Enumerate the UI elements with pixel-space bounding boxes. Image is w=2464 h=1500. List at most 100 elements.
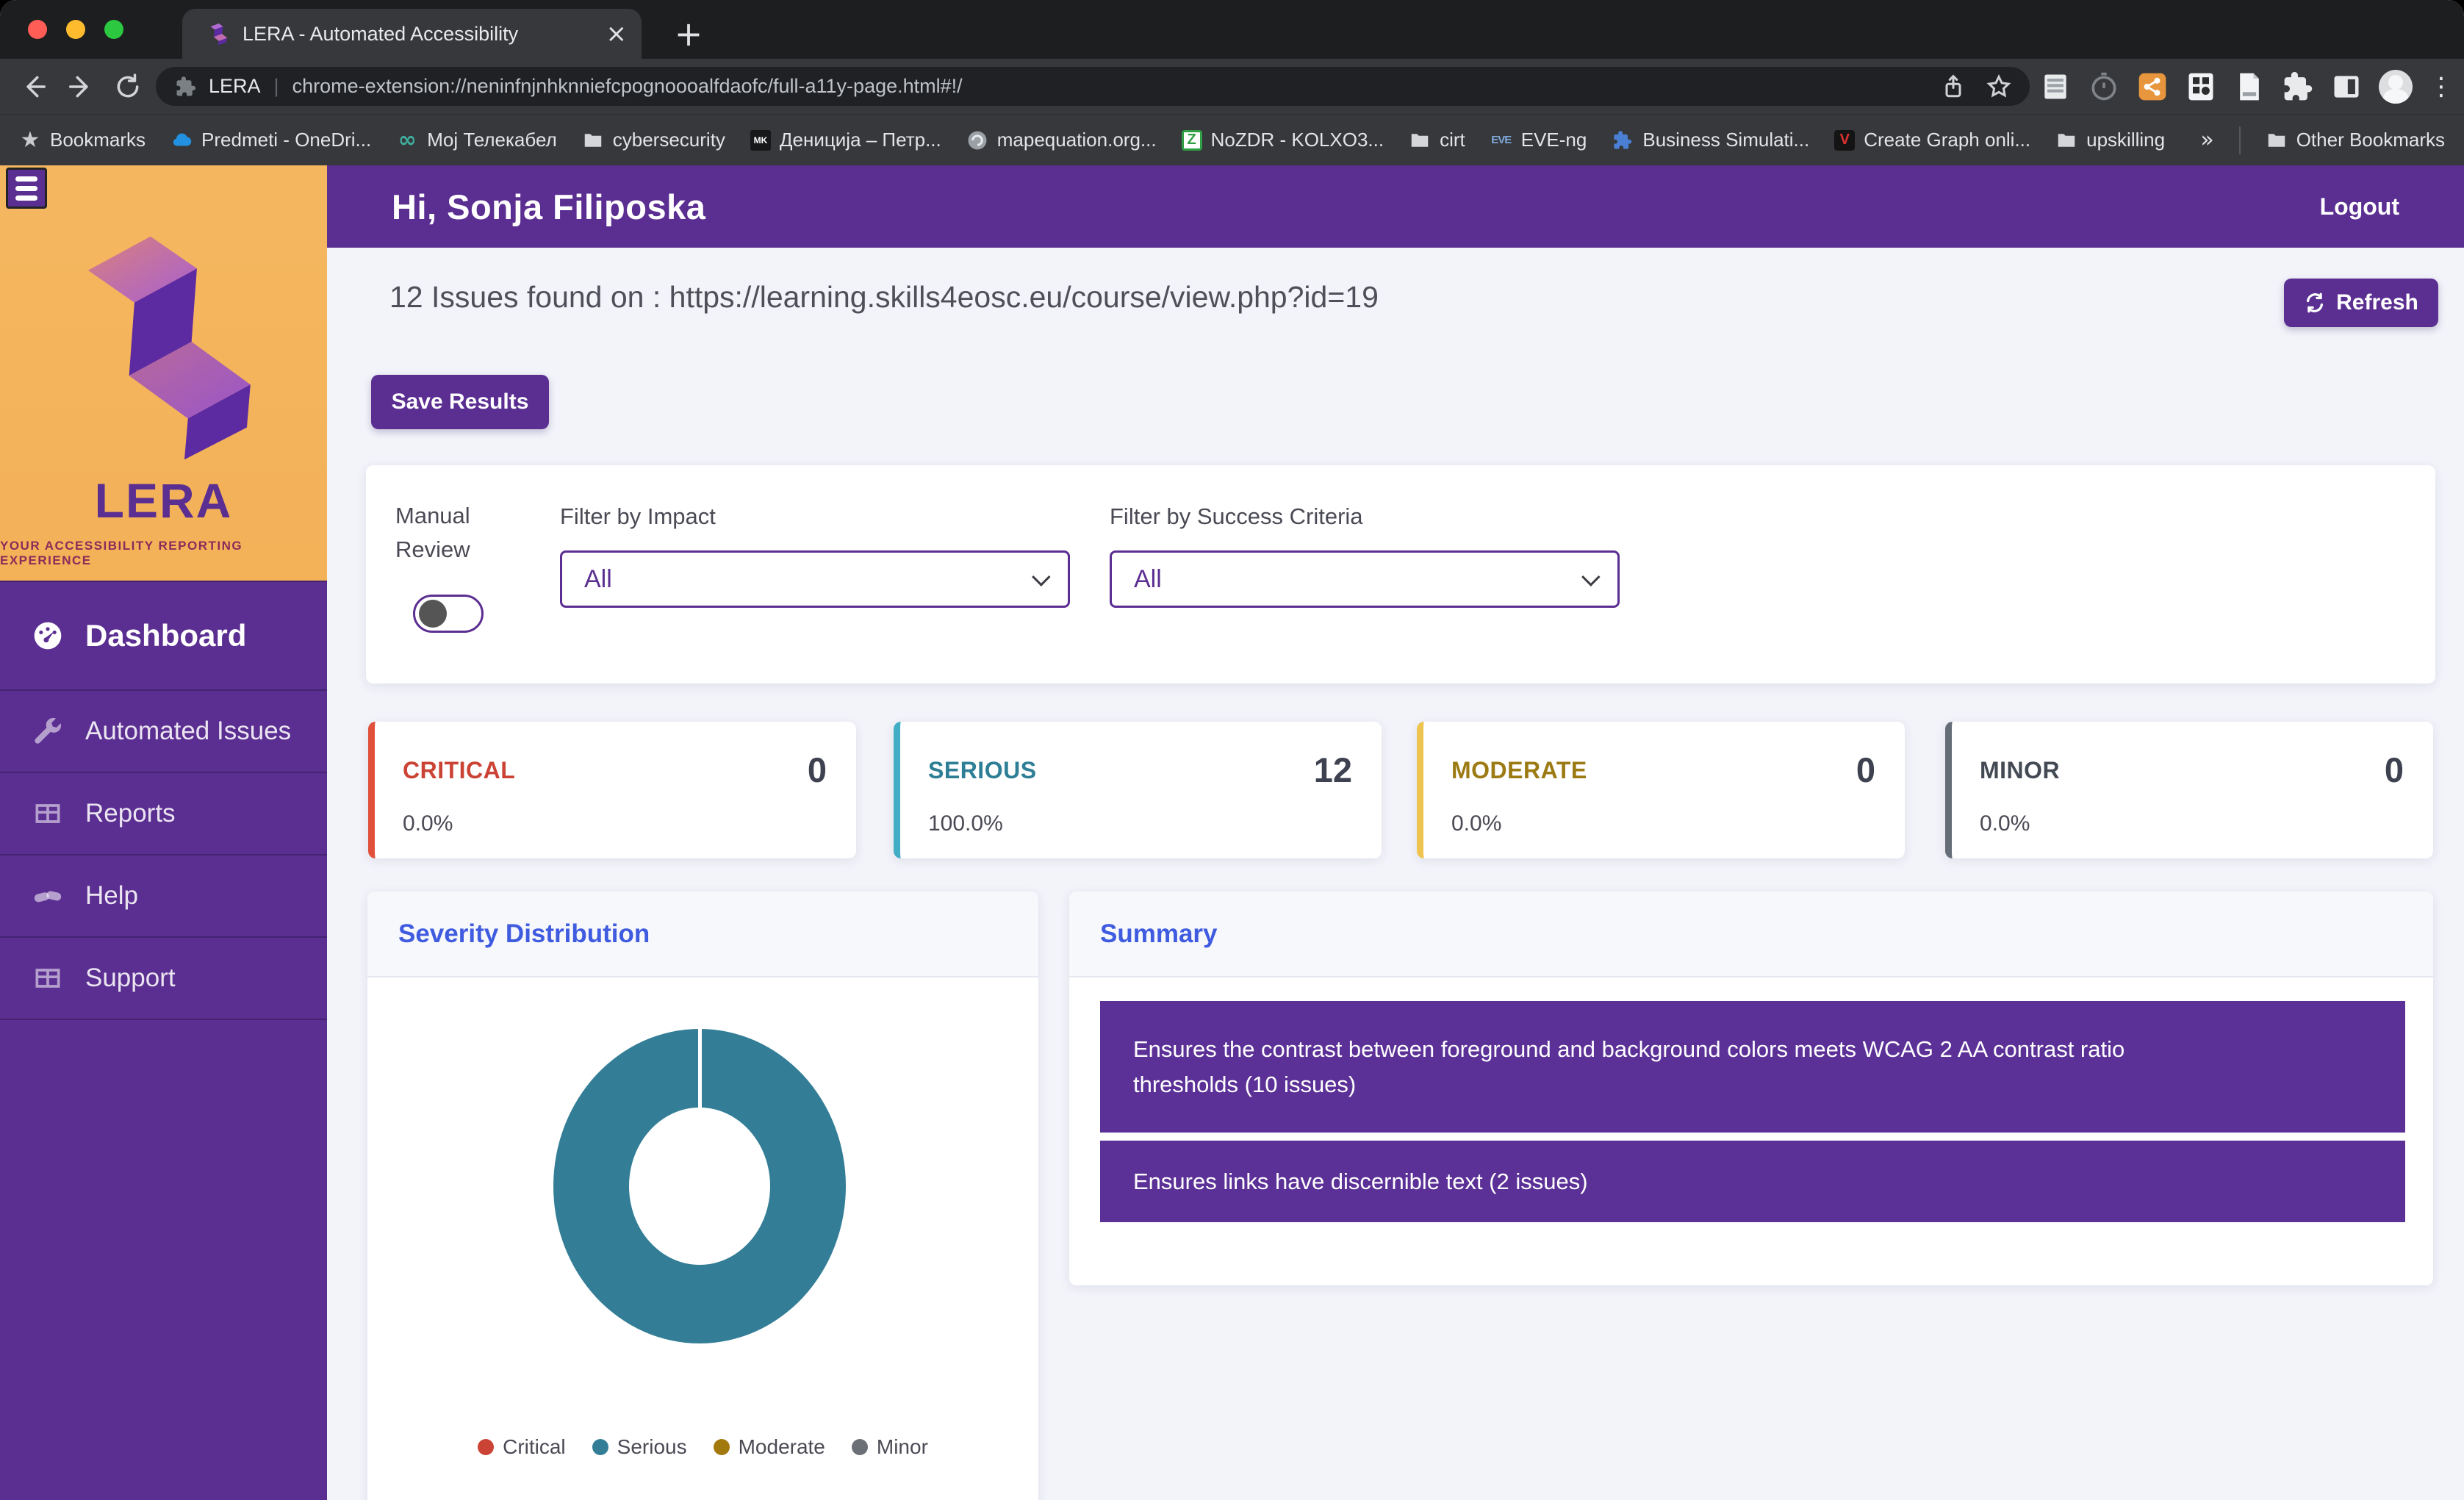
extension-name-label: LERA [209, 75, 261, 97]
sidebar-item-support[interactable]: Support [0, 938, 327, 1020]
puzzle-blue-icon [1612, 129, 1634, 151]
filter-impact-label: Filter by Impact [560, 503, 716, 529]
severity-donut-chart [553, 1029, 846, 1343]
summary-item[interactable]: Ensures the contrast between foreground … [1100, 1001, 2405, 1133]
bookmark-item[interactable]: Business Simulati... [1612, 129, 1809, 151]
extension-icons-row: ⋮ [2039, 59, 2454, 114]
criteria-select-value: All [1134, 564, 1162, 593]
bookmark-item[interactable]: mapequation.org... [966, 129, 1157, 151]
minor-count: 0 [2384, 750, 2404, 789]
forward-icon[interactable] [57, 63, 104, 110]
refresh-button[interactable]: Refresh [2284, 279, 2438, 327]
sidebar-item-help[interactable]: Help [0, 855, 327, 938]
star-icon: ★ [20, 127, 40, 153]
extensions-puzzle-icon[interactable] [2282, 71, 2314, 103]
sidebar-item-dashboard[interactable]: Dashboard [0, 581, 327, 691]
back-icon[interactable] [10, 63, 57, 110]
browser-window: LERA - Automated Accessibility × + LERA … [0, 0, 2464, 1500]
save-results-button[interactable]: Save Results [371, 375, 549, 429]
close-window-button[interactable] [28, 20, 47, 39]
share-icon[interactable] [1940, 73, 1966, 100]
bookmark-star-icon[interactable] [1986, 73, 2012, 100]
document-extension-icon[interactable] [2233, 71, 2266, 103]
v-badge-icon: V [1834, 129, 1856, 151]
bookmark-item[interactable]: cirt [1409, 129, 1465, 151]
bookmarks-overflow-chevron[interactable]: » [2200, 127, 2213, 153]
lera-favicon [210, 23, 228, 46]
eve-icon: EVE [1491, 134, 1512, 146]
fullscreen-window-button[interactable] [104, 20, 123, 39]
reload-icon[interactable] [104, 63, 151, 110]
severity-card-critical: CRITICAL 0 0.0% [368, 722, 856, 858]
browser-tab[interactable]: LERA - Automated Accessibility × [182, 9, 642, 59]
serious-percent: 100.0% [928, 811, 1003, 836]
side-panel-icon[interactable] [2330, 71, 2363, 103]
tab-title-fade [546, 18, 597, 59]
dashboard-main: 12 Issues found on : https://learning.sk… [327, 248, 2464, 1500]
sidebar: LERA YOUR ACCESSIBILITY REPORTING EXPERI… [0, 165, 327, 1500]
bookmark-item[interactable]: MK Дениција – Петр... [750, 129, 941, 151]
onedrive-icon [170, 129, 193, 151]
severity-card-moderate: MODERATE 0 0.0% [1417, 722, 1905, 858]
folder-icon [2055, 129, 2077, 151]
issues-found-title: 12 Issues found on : https://learning.sk… [389, 280, 1379, 314]
profile-avatar[interactable] [2379, 69, 2413, 104]
share-node-extension-icon[interactable] [2136, 71, 2169, 103]
summary-item[interactable]: Ensures links have discernible text (2 i… [1100, 1141, 2405, 1222]
moderate-percent: 0.0% [1451, 811, 1502, 836]
table-extension-icon[interactable] [2039, 71, 2072, 103]
summary-panel: Summary Ensures the contrast between for… [1069, 891, 2433, 1285]
bookmark-item[interactable]: Predmeti - OneDri... [170, 129, 371, 151]
critical-percent: 0.0% [403, 811, 453, 836]
bookmark-item[interactable]: Z NoZDR - KOLXO3... [1181, 129, 1384, 151]
bookmark-item[interactable]: cybersecurity [582, 129, 725, 151]
sidebar-item-label: Support [85, 963, 176, 992]
serious-dot-icon [592, 1439, 608, 1455]
impact-select[interactable]: All [560, 550, 1070, 608]
legend-minor: Minor [851, 1435, 928, 1459]
filter-panel: Manual Review Filter by Impact All Filte… [366, 465, 2435, 683]
chart-legend: Critical Serious Moderate Minor [367, 1435, 1038, 1459]
app-header: Hi, Sonja Filiposka Logout [327, 165, 2464, 248]
browser-menu-icon[interactable]: ⋮ [2429, 72, 2454, 101]
bookmark-item[interactable]: ★ Bookmarks [19, 127, 146, 153]
other-bookmarks[interactable]: Other Bookmarks [2266, 129, 2445, 151]
url-text: chrome-extension://neninfnjnhknniefcpogn… [292, 75, 963, 97]
bookmark-item[interactable]: EVE EVE-ng [1490, 129, 1587, 151]
logout-button[interactable]: Logout [2320, 193, 2399, 220]
critical-dot-icon [478, 1439, 495, 1455]
handshake-icon [31, 879, 65, 913]
severity-distribution-title: Severity Distribution [398, 919, 650, 948]
tab-close-icon[interactable]: × [606, 21, 628, 46]
minimize-window-button[interactable] [66, 20, 85, 39]
mkd-icon: MK [750, 129, 771, 151]
stopwatch-extension-icon[interactable] [2088, 71, 2120, 103]
manual-review-label: Manual Review [395, 503, 470, 562]
chevron-down-icon [1581, 567, 1601, 586]
tab-strip: LERA - Automated Accessibility × + [0, 0, 2464, 59]
sidebar-item-automated-issues[interactable]: Automated Issues [0, 691, 327, 773]
toggle-knob [419, 600, 447, 628]
brand-name: LERA [94, 473, 233, 528]
chevron-down-icon [1032, 567, 1051, 586]
bookmark-item[interactable]: ∞ Moj Телекабел [396, 127, 557, 153]
sidebar-item-label: Help [85, 881, 138, 910]
table-icon [31, 961, 65, 995]
minor-dot-icon [851, 1439, 868, 1455]
criteria-select[interactable]: All [1110, 550, 1620, 608]
bookmark-item[interactable]: V Create Graph onli... [1834, 129, 2030, 151]
new-tab-button[interactable]: + [665, 10, 712, 57]
bookmarks-divider [2238, 126, 2241, 154]
impact-select-value: All [584, 564, 612, 593]
sidebar-item-reports[interactable]: Reports [0, 773, 327, 855]
serious-count: 12 [1313, 750, 1352, 789]
user-greeting: Hi, Sonja Filiposka [392, 187, 706, 226]
hamburger-menu-button[interactable] [6, 168, 47, 209]
qr-extension-icon[interactable] [2185, 71, 2217, 103]
manual-review-toggle[interactable] [413, 595, 484, 633]
address-bar[interactable]: LERA | chrome-extension://neninfnjnhknni… [156, 67, 2030, 106]
moderate-dot-icon [713, 1439, 730, 1455]
omnibox-separator: | [273, 75, 279, 97]
gauge-icon [31, 619, 65, 653]
bookmark-item[interactable]: upskilling [2055, 129, 2165, 151]
